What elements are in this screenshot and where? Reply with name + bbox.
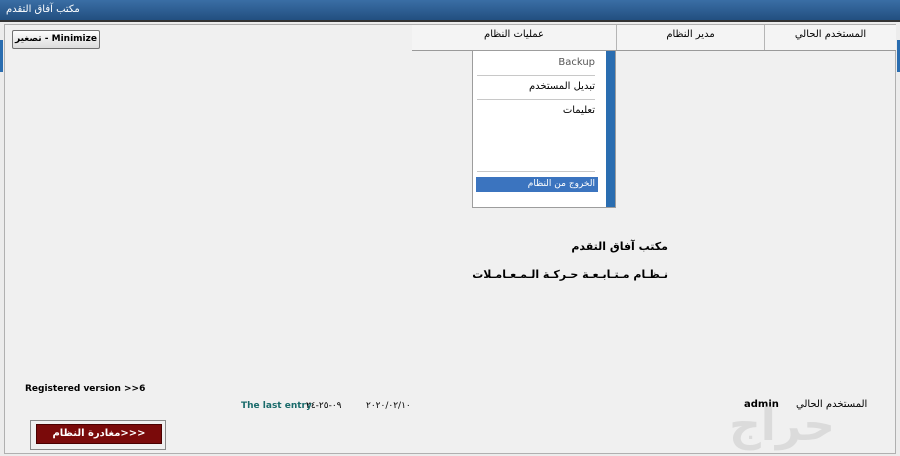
left-edge-accent — [0, 40, 3, 72]
minimize-button[interactable]: تصغير - Minimize — [12, 30, 100, 49]
registered-version: Registered version >>6 — [25, 384, 146, 394]
dropdown-separator — [477, 171, 595, 172]
exit-system-button[interactable]: مغادرة النظام>>> — [36, 424, 162, 444]
dropdown-scrollbar[interactable] — [606, 51, 615, 207]
last-entry-date-primary: ٢٠٢٠/٠٢/١٠ — [366, 401, 411, 411]
exit-button-frame: مغادرة النظام>>> — [30, 420, 166, 450]
system-operations-dropdown: Backup تبديل المستخدم تعليمات الخروج من … — [472, 50, 616, 208]
dropdown-item-exit-system[interactable]: الخروج من النظام — [476, 177, 598, 192]
title-bar: مكتب آفاق التقدم — [0, 0, 900, 22]
office-name-heading: مكتب آفاق التقدم — [571, 240, 668, 253]
menu-current-user[interactable]: المستخدم الحالي — [764, 25, 896, 50]
dropdown-item-backup[interactable]: Backup — [476, 55, 598, 70]
window-title: مكتب آفاق التقدم — [6, 4, 80, 15]
last-entry-date-secondary: ٠٩-٢٥-٢٤ — [306, 401, 342, 411]
last-entry-label: The last entry — [241, 401, 312, 411]
dropdown-item-switch-user[interactable]: تبديل المستخدم — [476, 79, 598, 94]
menu-system-admin[interactable]: مدير النظام — [616, 25, 764, 50]
dropdown-item-instructions[interactable]: تعليمات — [476, 103, 598, 118]
dropdown-separator — [477, 75, 595, 76]
menu-system-operations[interactable]: عمليات النظام — [412, 25, 616, 50]
system-subtitle: نـظـام مـتـابـعـة حـركـة الـمـعـامـلات — [472, 268, 668, 281]
dropdown-separator — [477, 99, 595, 100]
menu-bar: المستخدم الحالي مدير النظام عمليات النظا… — [412, 25, 896, 51]
watermark: حراج — [729, 400, 835, 451]
